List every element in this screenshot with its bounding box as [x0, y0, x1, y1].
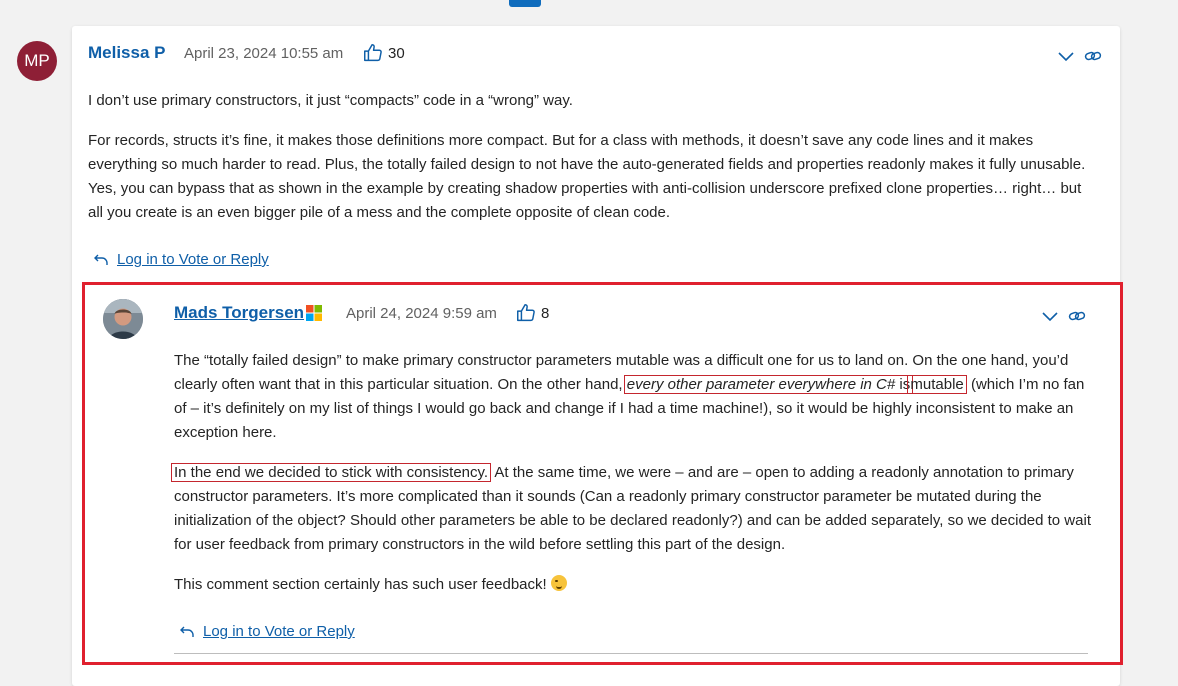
microsoft-logo-icon: [306, 305, 322, 321]
comment-timestamp: April 24, 2024 9:59 am: [346, 305, 497, 322]
reply-arrow-icon: [94, 254, 108, 265]
comment-paragraph: I don’t use primary constructors, it jus…: [88, 92, 573, 109]
thumbs-up-icon: [517, 304, 535, 322]
reply-link[interactable]: Log in to Vote or Reply: [93, 251, 269, 268]
top-tab-indicator: [509, 0, 541, 7]
comment-paragraph: The “totally failed design” to make prim…: [174, 349, 1094, 445]
comment-author-link[interactable]: Melissa P: [88, 43, 166, 63]
comment-paragraph: In the end we decided to stick with cons…: [171, 461, 1094, 557]
link-icon[interactable]: [1068, 307, 1086, 325]
emphasized-text: every other parameter everywhere in C#: [626, 376, 896, 393]
winking-emoji-icon: [550, 575, 567, 591]
thumbs-up-icon: [364, 44, 382, 62]
avatar: MP: [17, 41, 57, 81]
vote-count-label: 8: [541, 304, 550, 322]
comment-timestamp: April 23, 2024 10:55 am: [184, 45, 344, 62]
chevron-down-icon[interactable]: [1057, 47, 1075, 65]
reply-link-label: Log in to Vote or Reply: [203, 623, 355, 640]
highlighted-phrase: In the end we decided to stick with cons…: [171, 463, 492, 482]
reply-link-label: Log in to Vote or Reply: [117, 251, 269, 268]
highlighted-phrase: every other parameter everywhere in C# i…: [623, 375, 914, 394]
link-icon[interactable]: [1084, 47, 1102, 65]
vote-count[interactable]: 8: [515, 302, 549, 324]
comment-text: This comment section certainly has such …: [174, 576, 551, 593]
reply-link[interactable]: Log in to Vote or Reply: [179, 623, 355, 640]
comment-paragraph: This comment section certainly has such …: [174, 573, 1094, 597]
divider: [174, 653, 1088, 654]
comment-body: I don’t use primary constructors, it jus…: [88, 89, 1098, 241]
vote-count-label: 30: [388, 44, 405, 62]
avatar: [103, 299, 143, 339]
comment-paragraph: For records, structs it’s fine, it makes…: [88, 132, 1086, 221]
highlighted-phrase: mutable: [907, 375, 967, 394]
comment-author-link[interactable]: Mads Torgersen: [174, 303, 304, 323]
comment-body: The “totally failed design” to make prim…: [171, 349, 1094, 613]
chevron-down-icon[interactable]: [1041, 307, 1059, 325]
vote-count[interactable]: 30: [362, 42, 405, 64]
reply-arrow-icon: [180, 626, 194, 637]
